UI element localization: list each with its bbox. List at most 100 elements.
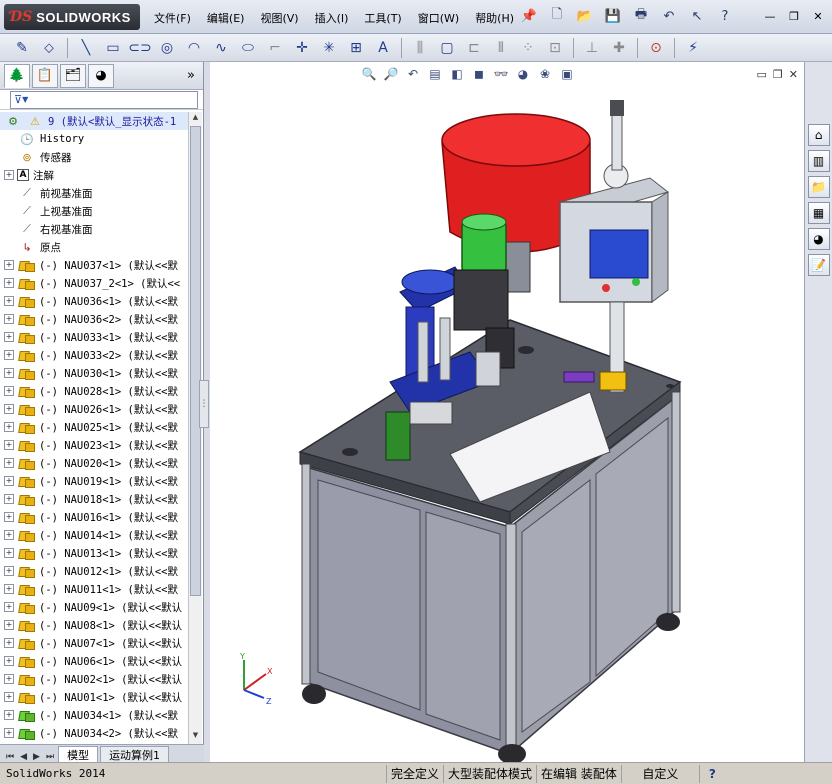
apply-scene-icon[interactable]: ❀ bbox=[536, 64, 554, 84]
viewport-restore-icon[interactable]: ❐ bbox=[773, 68, 783, 81]
configuration-manager-tab-icon[interactable]: 🗂 bbox=[60, 63, 86, 88]
expand-toggle[interactable]: + bbox=[4, 584, 14, 594]
display-style-icon[interactable]: ◼ bbox=[470, 64, 488, 84]
tree-item-component[interactable]: + (-) NAU036<1> (默认<<默 bbox=[0, 292, 188, 310]
tree-item-component[interactable]: + (-) NAU028<1> (默认<<默 bbox=[0, 382, 188, 400]
scroll-down-icon[interactable]: ▼ bbox=[190, 731, 201, 743]
undo-icon[interactable]: ↶ bbox=[658, 6, 680, 26]
expand-toggle[interactable]: + bbox=[4, 656, 14, 666]
offset-icon[interactable]: ⊏ bbox=[462, 37, 486, 59]
tree-item-component[interactable]: + (-) NAU012<1> (默认<<默 bbox=[0, 562, 188, 580]
rectangle-icon[interactable]: ▭ bbox=[101, 37, 125, 59]
tree-item-sensors[interactable]: ⊚ 传感器 bbox=[0, 148, 188, 166]
menu-help[interactable]: 帮助(H) bbox=[467, 8, 522, 28]
status-units-custom[interactable]: 自定义 bbox=[620, 764, 699, 783]
tree-item-component[interactable]: + (-) NAU07<1> (默认<<默认 bbox=[0, 634, 188, 652]
tab-nav-last-icon[interactable]: ⏭ bbox=[44, 752, 56, 762]
tree-item-origin[interactable]: ↳ 原点 bbox=[0, 238, 188, 256]
zoom-to-fit-icon[interactable]: 🔍 bbox=[360, 64, 378, 84]
expand-toggle[interactable]: + bbox=[4, 620, 14, 630]
help-icon[interactable]: ? bbox=[714, 6, 736, 26]
menu-window[interactable]: 窗口(W) bbox=[410, 8, 467, 28]
status-help-icon[interactable]: ? bbox=[698, 764, 725, 783]
custom-properties-icon[interactable]: 📝 bbox=[807, 254, 830, 276]
expand-panel-icon[interactable]: » bbox=[187, 68, 195, 83]
view-palette-icon[interactable]: ▦ bbox=[807, 202, 830, 224]
expand-toggle[interactable]: + bbox=[4, 278, 14, 288]
convert-entities-icon[interactable]: ▢ bbox=[435, 37, 459, 59]
tree-item-history[interactable]: 🕒 History bbox=[0, 130, 188, 148]
expand-toggle[interactable]: + bbox=[4, 566, 14, 576]
tree-item-annotations[interactable]: + A 注解 bbox=[0, 166, 188, 184]
menu-file[interactable]: 文件(F) bbox=[146, 8, 199, 28]
viewport-minimize-icon[interactable]: ▭ bbox=[757, 68, 767, 81]
expand-toggle[interactable]: + bbox=[4, 548, 14, 558]
save-icon[interactable]: 💾 bbox=[602, 6, 624, 26]
expand-toggle[interactable]: + bbox=[4, 458, 14, 468]
expand-toggle[interactable]: + bbox=[4, 476, 14, 486]
hide-show-items-icon[interactable]: 👓 bbox=[492, 64, 510, 84]
menu-view[interactable]: 视图(V) bbox=[252, 8, 306, 28]
tree-item-component[interactable]: + (-) NAU020<1> (默认<<默 bbox=[0, 454, 188, 472]
expand-toggle[interactable]: + bbox=[4, 530, 14, 540]
design-library-icon[interactable]: ▥ bbox=[807, 150, 830, 172]
display-manager-tab-icon[interactable]: ◕ bbox=[88, 63, 114, 88]
expand-toggle[interactable]: + bbox=[4, 602, 14, 612]
expand-toggle[interactable]: + bbox=[4, 386, 14, 396]
tree-item-component[interactable]: + (-) NAU036<2> (默认<<默 bbox=[0, 310, 188, 328]
tree-item-component[interactable]: + (-) NAU037<1> (默认<<默 bbox=[0, 256, 188, 274]
ellipse-icon[interactable]: ⬭ bbox=[236, 37, 260, 59]
expand-toggle[interactable]: + bbox=[4, 368, 14, 378]
tree-item-component[interactable]: + (-) NAU01<1> (默认<<默认 bbox=[0, 688, 188, 706]
tree-item-component[interactable]: + (-) NAU02<1> (默认<<默认 bbox=[0, 670, 188, 688]
expand-toggle[interactable]: + bbox=[4, 332, 14, 342]
tree-filter-input[interactable]: ⊽ ▼ bbox=[10, 90, 198, 109]
scrollbar-thumb[interactable] bbox=[190, 126, 201, 596]
circle-icon[interactable]: ◎ bbox=[155, 37, 179, 59]
expand-toggle[interactable]: + bbox=[4, 692, 14, 702]
view-orientation-icon[interactable]: ◧ bbox=[448, 64, 466, 84]
restore-icon[interactable]: ❐ bbox=[786, 8, 802, 24]
mirror-icon[interactable]: ⫴ bbox=[489, 37, 513, 59]
menu-insert[interactable]: 插入(I) bbox=[307, 8, 357, 28]
expand-toggle[interactable]: + bbox=[4, 170, 14, 180]
tree-item-component[interactable]: + (-) NAU014<1> (默认<<默 bbox=[0, 526, 188, 544]
arc-icon[interactable]: ◠ bbox=[182, 37, 206, 59]
tree-item-component[interactable]: + (-) NAU030<1> (默认<<默 bbox=[0, 364, 188, 382]
point-icon[interactable]: ✛ bbox=[290, 37, 314, 59]
quick-snaps-icon[interactable]: ⊙ bbox=[644, 37, 668, 59]
menu-edit[interactable]: 编辑(E) bbox=[199, 8, 253, 28]
tree-item-component[interactable]: + (-) NAU025<1> (默认<<默 bbox=[0, 418, 188, 436]
panel-splitter[interactable]: ⋮ bbox=[199, 380, 209, 428]
section-view-icon[interactable]: ▤ bbox=[426, 64, 444, 84]
home-icon[interactable]: ⌂ bbox=[807, 124, 830, 146]
tree-item-front-plane[interactable]: ⟋ 前视基准面 bbox=[0, 184, 188, 202]
expand-toggle[interactable]: + bbox=[4, 728, 14, 738]
expand-toggle[interactable]: + bbox=[4, 512, 14, 522]
expand-toggle[interactable]: + bbox=[4, 296, 14, 306]
tree-item-component[interactable]: + (-) NAU034<1> (默认<<默 bbox=[0, 706, 188, 724]
tab-nav-next-icon[interactable]: ▶ bbox=[31, 752, 42, 762]
tree-item-top-plane[interactable]: ⟋ 上视基准面 bbox=[0, 202, 188, 220]
scroll-up-icon[interactable]: ▲ bbox=[190, 113, 201, 125]
tree-item-component[interactable]: + (-) NAU08<1> (默认<<默认 bbox=[0, 616, 188, 634]
tree-item-component[interactable]: + (-) NAU013<1> (默认<<默 bbox=[0, 544, 188, 562]
tree-item-component[interactable]: + (-) NAU09<1> (默认<<默认 bbox=[0, 598, 188, 616]
expand-toggle[interactable]: + bbox=[4, 260, 14, 270]
tab-nav-first-icon[interactable]: ⏮ bbox=[4, 752, 16, 762]
property-manager-tab-icon[interactable]: 📋 bbox=[32, 63, 58, 88]
appearances-icon[interactable]: ◕ bbox=[807, 228, 830, 250]
pin-icon[interactable]: 📌 bbox=[518, 6, 540, 26]
tab-motion-study[interactable]: 运动算例1 bbox=[100, 746, 170, 762]
text-icon[interactable]: A bbox=[371, 37, 395, 59]
relations-icon[interactable]: ⊥ bbox=[580, 37, 604, 59]
pattern-icon[interactable]: ⁘ bbox=[516, 37, 540, 59]
expand-toggle[interactable]: + bbox=[4, 350, 14, 360]
tab-model[interactable]: 模型 bbox=[58, 746, 99, 762]
trim-icon[interactable]: ⫼ bbox=[408, 37, 432, 59]
slot-icon[interactable]: ⊂⊃ bbox=[128, 37, 152, 59]
tree-item-component[interactable]: + (-) NAU033<1> (默认<<默 bbox=[0, 328, 188, 346]
edit-appearance-icon[interactable]: ◕ bbox=[514, 64, 532, 84]
centerline-icon[interactable]: ✳ bbox=[317, 37, 341, 59]
smart-dimension-icon[interactable]: ⬦ bbox=[37, 37, 61, 59]
